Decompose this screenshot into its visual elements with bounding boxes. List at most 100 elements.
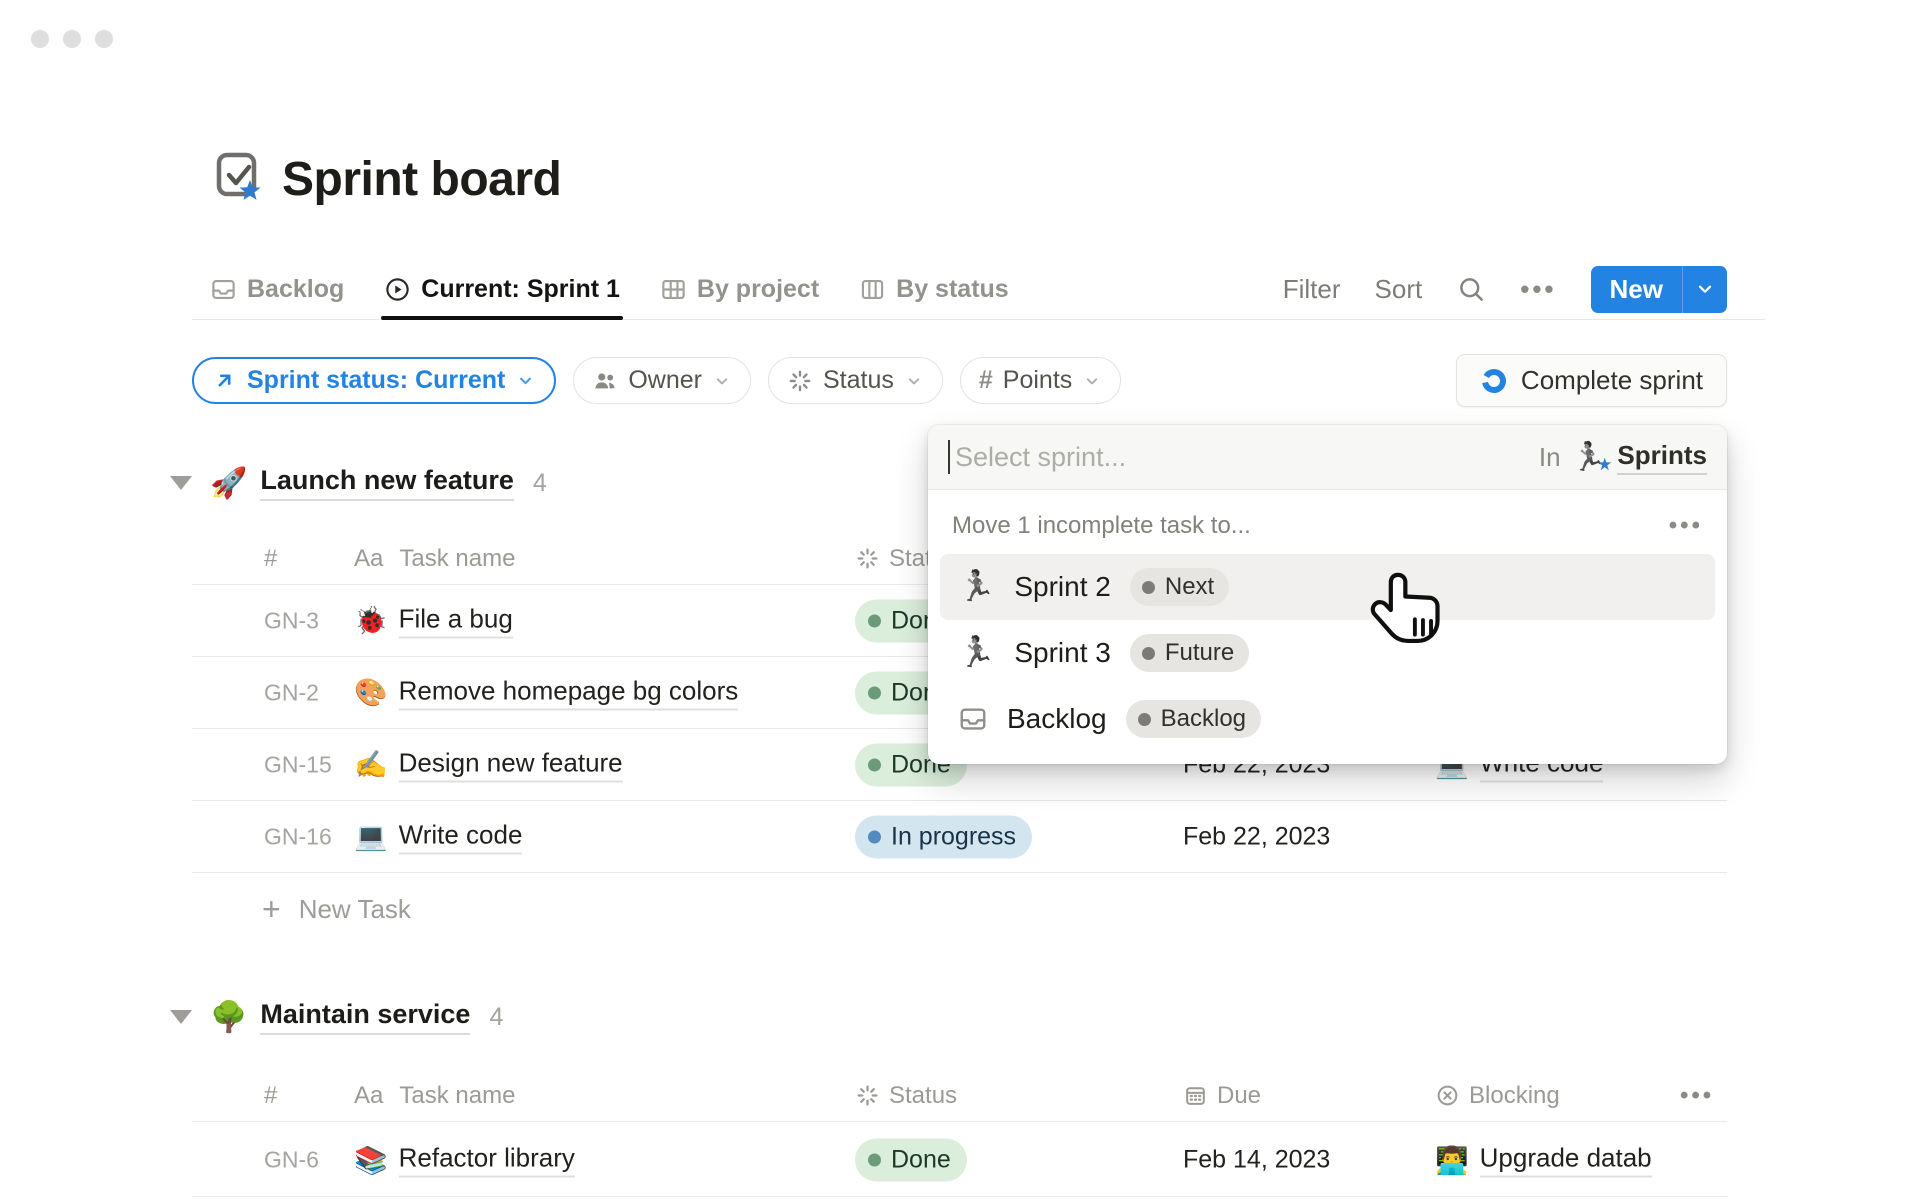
task-id: GN-6 xyxy=(264,1147,319,1174)
rocket-emoji: 🚀 xyxy=(210,466,247,501)
option-sprint-2[interactable]: 🏃 Sprint 2 Next xyxy=(940,554,1715,620)
table-row[interactable]: GN-16 💻 Write code In progress Feb 22, 2… xyxy=(192,801,1727,873)
due-date[interactable]: Feb 22, 2023 xyxy=(1183,822,1330,851)
task-name-link[interactable]: Design new feature xyxy=(399,747,623,782)
sprint-search-input[interactable]: Select sprint... xyxy=(955,442,1539,473)
view-tabs: Backlog Current: Sprint 1 By project xyxy=(192,258,1009,320)
toolbar-actions: Filter Sort ••• New xyxy=(1283,266,1765,313)
status-badge: Done xyxy=(855,1139,967,1182)
column-label: Status xyxy=(889,1082,957,1110)
chip-sprint-status[interactable]: Sprint status: Current xyxy=(192,357,556,404)
tab-by-status[interactable]: By status xyxy=(859,258,1009,320)
text-cursor xyxy=(948,440,950,474)
palette-emoji: 🎨 xyxy=(354,677,388,709)
window-minimize-button[interactable] xyxy=(63,30,81,48)
in-label: In xyxy=(1539,442,1561,473)
task-id: GN-2 xyxy=(264,679,319,706)
option-sprint-3[interactable]: 🏃 Sprint 3 Future xyxy=(940,620,1715,686)
tab-current-sprint[interactable]: Current: Sprint 1 xyxy=(384,258,620,320)
option-backlog[interactable]: Backlog Backlog xyxy=(940,686,1715,752)
status-spinner-icon xyxy=(787,368,813,394)
task-name-cell[interactable]: 💻 Write code xyxy=(354,819,522,854)
group-header-maintain-service: 🌳 Maintain service 4 xyxy=(170,992,503,1042)
sprint-status-badge: Backlog xyxy=(1126,700,1261,738)
complete-sprint-button[interactable]: Complete sprint xyxy=(1456,354,1727,407)
arrow-up-right-icon xyxy=(212,368,237,393)
blocking-cell[interactable]: 👨‍💻 Upgrade datab xyxy=(1435,1143,1652,1178)
task-name-link[interactable]: Write code xyxy=(399,819,523,854)
chip-label: Sprint status: Current xyxy=(247,366,505,395)
window-close-button[interactable] xyxy=(31,30,49,48)
complete-sprint-label: Complete sprint xyxy=(1521,365,1703,396)
task-id: GN-3 xyxy=(264,607,319,634)
chevron-down-icon xyxy=(1082,371,1102,391)
column-label: Task name xyxy=(399,1082,515,1110)
search-icon[interactable] xyxy=(1456,274,1486,304)
blocking-link[interactable]: Upgrade datab xyxy=(1480,1143,1652,1178)
task-name-cell[interactable]: 📚 Refactor library xyxy=(354,1143,575,1178)
new-task-button[interactable]: + New Task xyxy=(192,873,1727,945)
text-type-icon: Aa xyxy=(354,545,383,573)
group-count: 4 xyxy=(489,1003,503,1032)
tab-backlog[interactable]: Backlog xyxy=(210,258,344,320)
column-more-icon[interactable]: ••• xyxy=(1680,1082,1714,1110)
task-name-cell[interactable]: 🐞 File a bug xyxy=(354,603,513,638)
new-button[interactable]: New xyxy=(1591,266,1682,313)
group-name-link[interactable]: Maintain service xyxy=(260,999,470,1035)
window-zoom-button[interactable] xyxy=(95,30,113,48)
hash-icon: # xyxy=(979,366,993,395)
task-name-link[interactable]: Remove homepage bg colors xyxy=(399,675,739,710)
tab-label: By project xyxy=(697,275,819,304)
collapse-toggle-icon[interactable] xyxy=(170,476,192,490)
option-label: Sprint 3 xyxy=(1014,637,1111,669)
badge-label: Backlog xyxy=(1161,705,1246,733)
more-options-icon[interactable]: ••• xyxy=(1520,274,1556,305)
task-name-link[interactable]: Refactor library xyxy=(399,1143,575,1178)
column-header-id[interactable]: # xyxy=(264,545,277,573)
status-label: Done xyxy=(891,1146,951,1175)
filter-button[interactable]: Filter xyxy=(1283,274,1341,305)
tab-label: Backlog xyxy=(247,275,344,304)
table-row[interactable]: GN-6 📚 Refactor library Done Feb 14, 202… xyxy=(192,1124,1727,1197)
option-label: Backlog xyxy=(1007,703,1107,735)
writing-hand-emoji: ✍️ xyxy=(354,749,388,781)
task-name-link[interactable]: File a bug xyxy=(399,603,513,638)
tab-by-project[interactable]: By project xyxy=(660,258,819,320)
status-dot-icon xyxy=(1138,713,1151,726)
column-header-task-name[interactable]: Aa Task name xyxy=(354,545,515,573)
status-cell[interactable]: In progress xyxy=(855,815,1032,858)
task-id: GN-16 xyxy=(264,823,332,850)
collapse-toggle-icon[interactable] xyxy=(170,1010,192,1024)
inbox-icon xyxy=(958,704,988,734)
status-dot-icon xyxy=(868,686,881,699)
sprints-database-link[interactable]: Sprints xyxy=(1617,440,1707,475)
due-date[interactable]: Feb 14, 2023 xyxy=(1183,1146,1330,1175)
group-name-link[interactable]: Launch new feature xyxy=(260,465,514,501)
popover-more-icon[interactable]: ••• xyxy=(1669,512,1703,540)
books-emoji: 📚 xyxy=(354,1144,388,1176)
status-dot-icon xyxy=(868,1154,881,1167)
status-label: In progress xyxy=(891,822,1016,851)
chip-status[interactable]: Status xyxy=(768,357,943,404)
task-name-cell[interactable]: 🎨 Remove homepage bg colors xyxy=(354,675,738,710)
group-count: 4 xyxy=(533,469,547,498)
column-header-due[interactable]: Due xyxy=(1183,1082,1261,1110)
column-header-status[interactable]: Status xyxy=(855,1082,957,1110)
column-header-blocking[interactable]: Blocking xyxy=(1435,1082,1560,1110)
column-header-task-name[interactable]: Aa Task name xyxy=(354,1082,515,1110)
status-dot-icon xyxy=(868,758,881,771)
chevron-down-icon xyxy=(904,371,924,391)
board-columns-icon xyxy=(859,276,886,303)
view-tabbar: Backlog Current: Sprint 1 By project xyxy=(192,258,1765,320)
status-cell[interactable]: Done xyxy=(855,1139,967,1182)
column-header-id[interactable]: # xyxy=(264,1082,277,1110)
new-dropdown-button[interactable] xyxy=(1682,266,1727,313)
task-name-cell[interactable]: ✍️ Design new feature xyxy=(354,747,623,782)
sort-button[interactable]: Sort xyxy=(1375,274,1423,305)
tree-emoji: 🌳 xyxy=(210,1000,247,1035)
chip-owner[interactable]: Owner xyxy=(573,357,751,404)
status-dot-icon xyxy=(1142,581,1155,594)
chip-points[interactable]: # Points xyxy=(960,357,1121,404)
task-id: GN-15 xyxy=(264,751,332,778)
laptop-emoji: 💻 xyxy=(354,821,388,853)
